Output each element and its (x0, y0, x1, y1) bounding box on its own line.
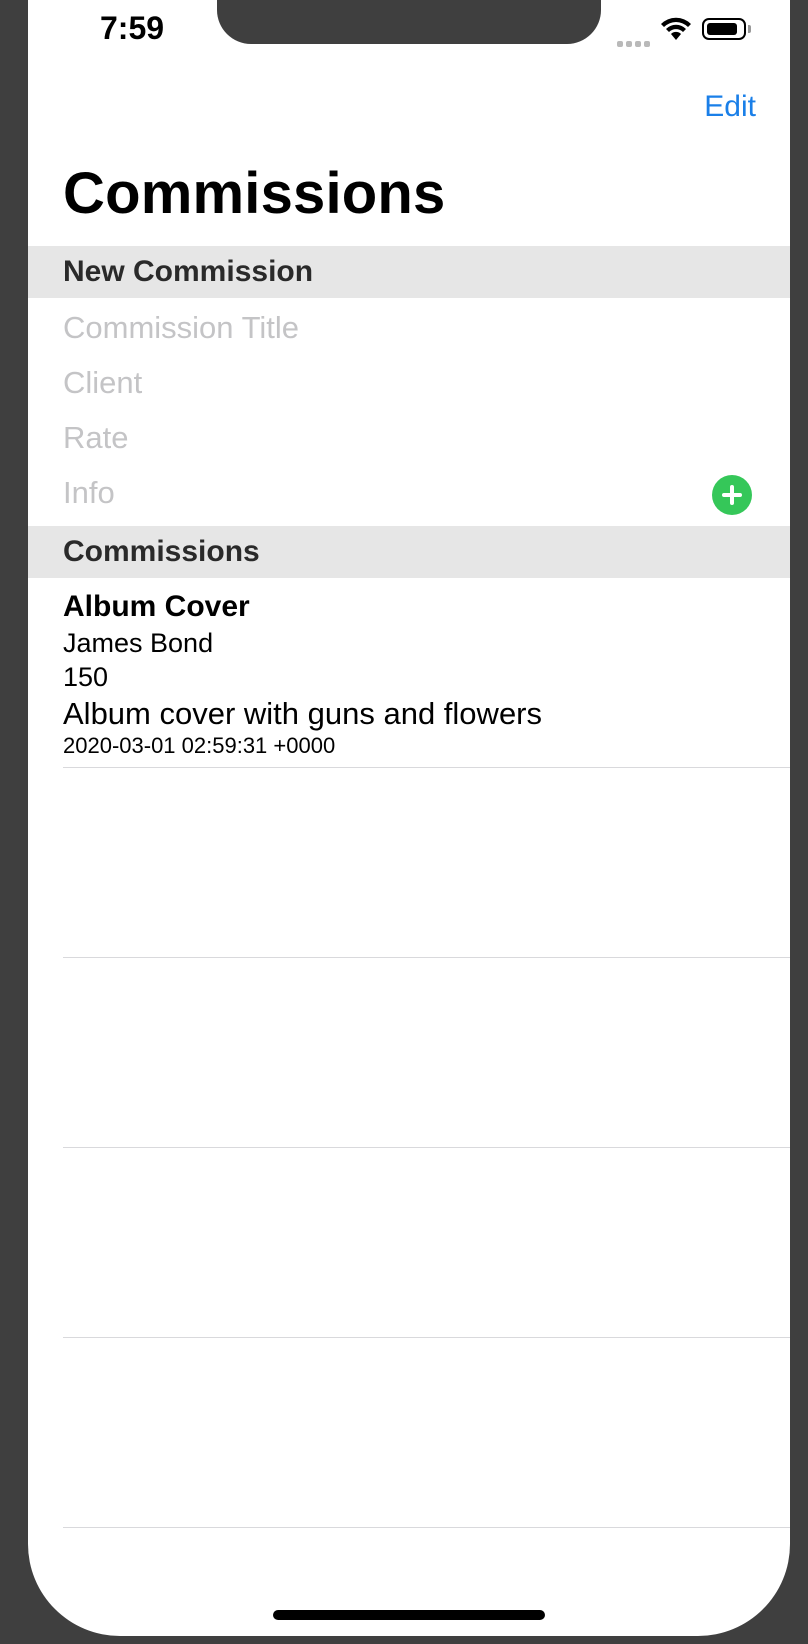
row-separator (63, 1527, 790, 1528)
section-header-new-commission: New Commission (28, 246, 790, 298)
device-notch (217, 0, 601, 44)
page-title: Commissions (63, 161, 446, 226)
row-separator (63, 767, 790, 768)
row-separator (63, 1147, 790, 1148)
commission-rate: 150 (63, 662, 109, 692)
client-field[interactable] (63, 363, 703, 403)
commission-info: Album cover with guns and flowers (63, 696, 543, 731)
phone-screen: 7:59 Edit Commissions New Commission Com… (28, 0, 790, 1636)
commission-client: James Bond (63, 628, 214, 658)
battery-icon (702, 18, 746, 40)
info-field[interactable] (63, 473, 703, 513)
row-separator (63, 957, 790, 958)
rate-field[interactable] (63, 418, 703, 458)
plus-circle-icon[interactable] (712, 475, 752, 515)
cellular-signal-icon (617, 34, 653, 52)
edit-button[interactable]: Edit (704, 90, 756, 124)
commission-title-field[interactable] (63, 308, 703, 348)
status-time: 7:59 (100, 10, 165, 46)
commission-date: 2020-03-01 02:59:31 +0000 (63, 733, 336, 758)
row-separator (63, 1337, 790, 1338)
battery-tip (748, 25, 751, 33)
section-header-commissions: Commissions (28, 526, 790, 578)
commission-title: Album Cover (63, 590, 250, 623)
wifi-icon (661, 17, 691, 40)
home-indicator[interactable] (273, 1610, 545, 1620)
